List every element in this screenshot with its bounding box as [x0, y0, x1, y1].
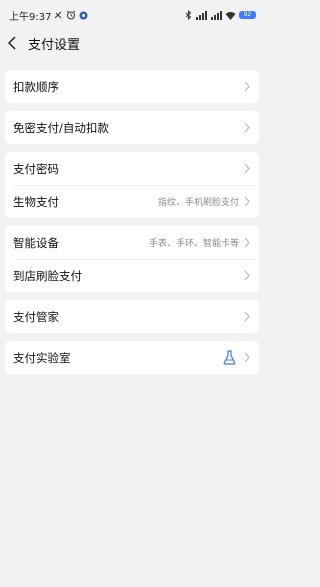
row-label: 支付管家: [13, 309, 59, 324]
row-in-store-face-payment[interactable]: 到店刷脸支付: [5, 259, 259, 292]
chevron-right-icon: [243, 311, 251, 323]
back-button[interactable]: [8, 35, 22, 51]
row-payment-manager[interactable]: 支付管家: [5, 300, 259, 333]
row-value: 手表、手环、智能卡等: [148, 239, 239, 249]
flask-icon: [223, 350, 237, 366]
row-payment-order[interactable]: 扣款顺序: [5, 70, 259, 103]
chevron-right-icon: [243, 270, 251, 282]
chevron-right-icon: [243, 237, 251, 249]
chevron-right-icon: [243, 122, 251, 134]
app-notification-icon: [79, 11, 88, 20]
row-payment-password[interactable]: 支付密码: [5, 152, 259, 185]
chevron-right-icon: [243, 352, 251, 364]
no-disturb-icon: [54, 11, 63, 20]
row-label: 扣款顺序: [13, 79, 59, 94]
row-label: 免密支付/自动扣款: [13, 120, 109, 135]
status-bar-left: 上午9:37: [9, 8, 88, 23]
status-bar: 上午9:37 92: [0, 0, 264, 30]
wifi-icon: [225, 11, 236, 20]
settings-group: 支付密码 生物支付 指纹、手机刷脸支付: [5, 152, 259, 218]
bluetooth-icon: [185, 10, 192, 20]
chevron-right-icon: [243, 81, 251, 93]
alarm-icon: [66, 10, 76, 20]
settings-group: 免密支付/自动扣款: [5, 111, 259, 144]
row-value: 指纹、手机刷脸支付: [157, 198, 239, 208]
row-label: 智能设备: [13, 235, 59, 250]
page-title: 支付设置: [28, 37, 81, 53]
row-label: 支付实验室: [13, 350, 71, 365]
status-bar-right: 92: [185, 10, 256, 20]
row-label: 生物支付: [13, 194, 59, 209]
settings-group: 智能设备 手表、手环、智能卡等 到店刷脸支付: [5, 226, 259, 292]
chevron-right-icon: [243, 163, 251, 175]
row-label: 支付密码: [13, 161, 59, 176]
settings-group: 支付管家: [5, 300, 259, 333]
status-time: 上午9:37: [9, 11, 52, 23]
chevron-right-icon: [243, 196, 251, 208]
header: 支付设置: [0, 30, 264, 56]
settings-group: 支付实验室: [5, 341, 259, 374]
row-label: 到店刷脸支付: [13, 268, 82, 283]
row-password-free-payment[interactable]: 免密支付/自动扣款: [5, 111, 259, 144]
battery-indicator: 92: [239, 11, 256, 19]
settings-group: 扣款顺序: [5, 70, 259, 103]
row-payment-lab[interactable]: 支付实验室: [5, 341, 259, 374]
signal-sim2-icon: [210, 10, 222, 20]
row-smart-devices[interactable]: 智能设备 手表、手环、智能卡等: [5, 226, 259, 259]
row-biometric-payment[interactable]: 生物支付 指纹、手机刷脸支付: [5, 185, 259, 218]
signal-sim1-icon: [195, 10, 207, 20]
chevron-left-icon: [8, 36, 16, 50]
